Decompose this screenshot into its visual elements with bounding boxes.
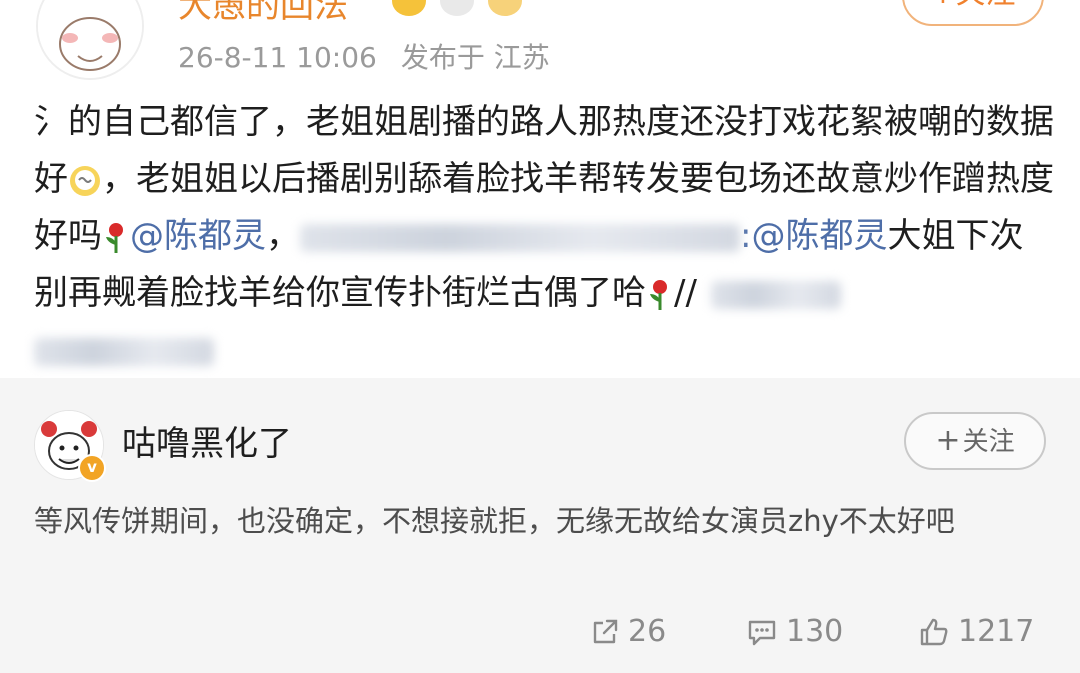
blurred-username: [300, 223, 740, 252]
verified-badge-icon: v: [78, 454, 106, 482]
level-badge-icon: [440, 0, 474, 16]
repost-follow-button[interactable]: +关注: [904, 412, 1046, 470]
blurred-text: [34, 337, 214, 366]
mention-link[interactable]: :@陈都灵: [740, 216, 887, 256]
sheep-avatar-icon: [38, 0, 142, 78]
like-button[interactable]: 1217: [918, 614, 1034, 649]
repost-text: 等风传饼期间，也没确定，不想接就拒，无缘无故给女演员zhy不太好吧: [34, 504, 955, 538]
post-location: 发布于 江苏: [400, 41, 550, 74]
dizzy-emoji-icon: [70, 165, 100, 196]
blurred-username: [710, 280, 841, 309]
fan-badge-icon: [488, 0, 522, 16]
like-icon: [920, 618, 948, 645]
original-post: 大愚的回法 +关注 26-8-11 10:06 发布于 江苏 氵的自己都信了，老姐…: [0, 0, 1080, 378]
share-count: 26: [628, 614, 667, 649]
follow-button[interactable]: +关注: [902, 0, 1044, 26]
comment-button[interactable]: 130: [746, 614, 843, 649]
comment-icon: [748, 620, 776, 645]
comment-count: 130: [786, 614, 844, 649]
share-button[interactable]: 26: [590, 614, 666, 649]
follow-label: 关注: [962, 427, 1015, 457]
rose-icon: [106, 222, 123, 253]
author-name[interactable]: 大愚的回法: [178, 0, 348, 27]
separator: ，: [266, 216, 300, 256]
plus-icon: +: [935, 423, 961, 458]
repost-author-name[interactable]: 咕噜黑化了: [122, 416, 292, 465]
post-body: 氵的自己都信了，老姐姐剧播的路人那热度还没打戏花絮被嘲的数据好 ，老姐姐以后播剧别…: [34, 94, 1054, 379]
share-icon: [593, 619, 618, 643]
post-meta: 26-8-11 10:06 发布于 江苏: [178, 36, 550, 76]
repost-card[interactable]: v 咕噜黑化了 +关注 等风传饼期间，也没确定，不想接就拒，无缘无故给女演员zh…: [0, 378, 1080, 673]
mention-link[interactable]: @陈都灵: [130, 216, 266, 256]
rose-icon: [650, 279, 667, 310]
like-count: 1217: [958, 614, 1035, 649]
post-text-4: //: [674, 273, 697, 313]
vip-badge-icon: [392, 0, 426, 16]
author-avatar[interactable]: [36, 0, 144, 80]
post-time: 26-8-11 10:06: [178, 41, 377, 74]
